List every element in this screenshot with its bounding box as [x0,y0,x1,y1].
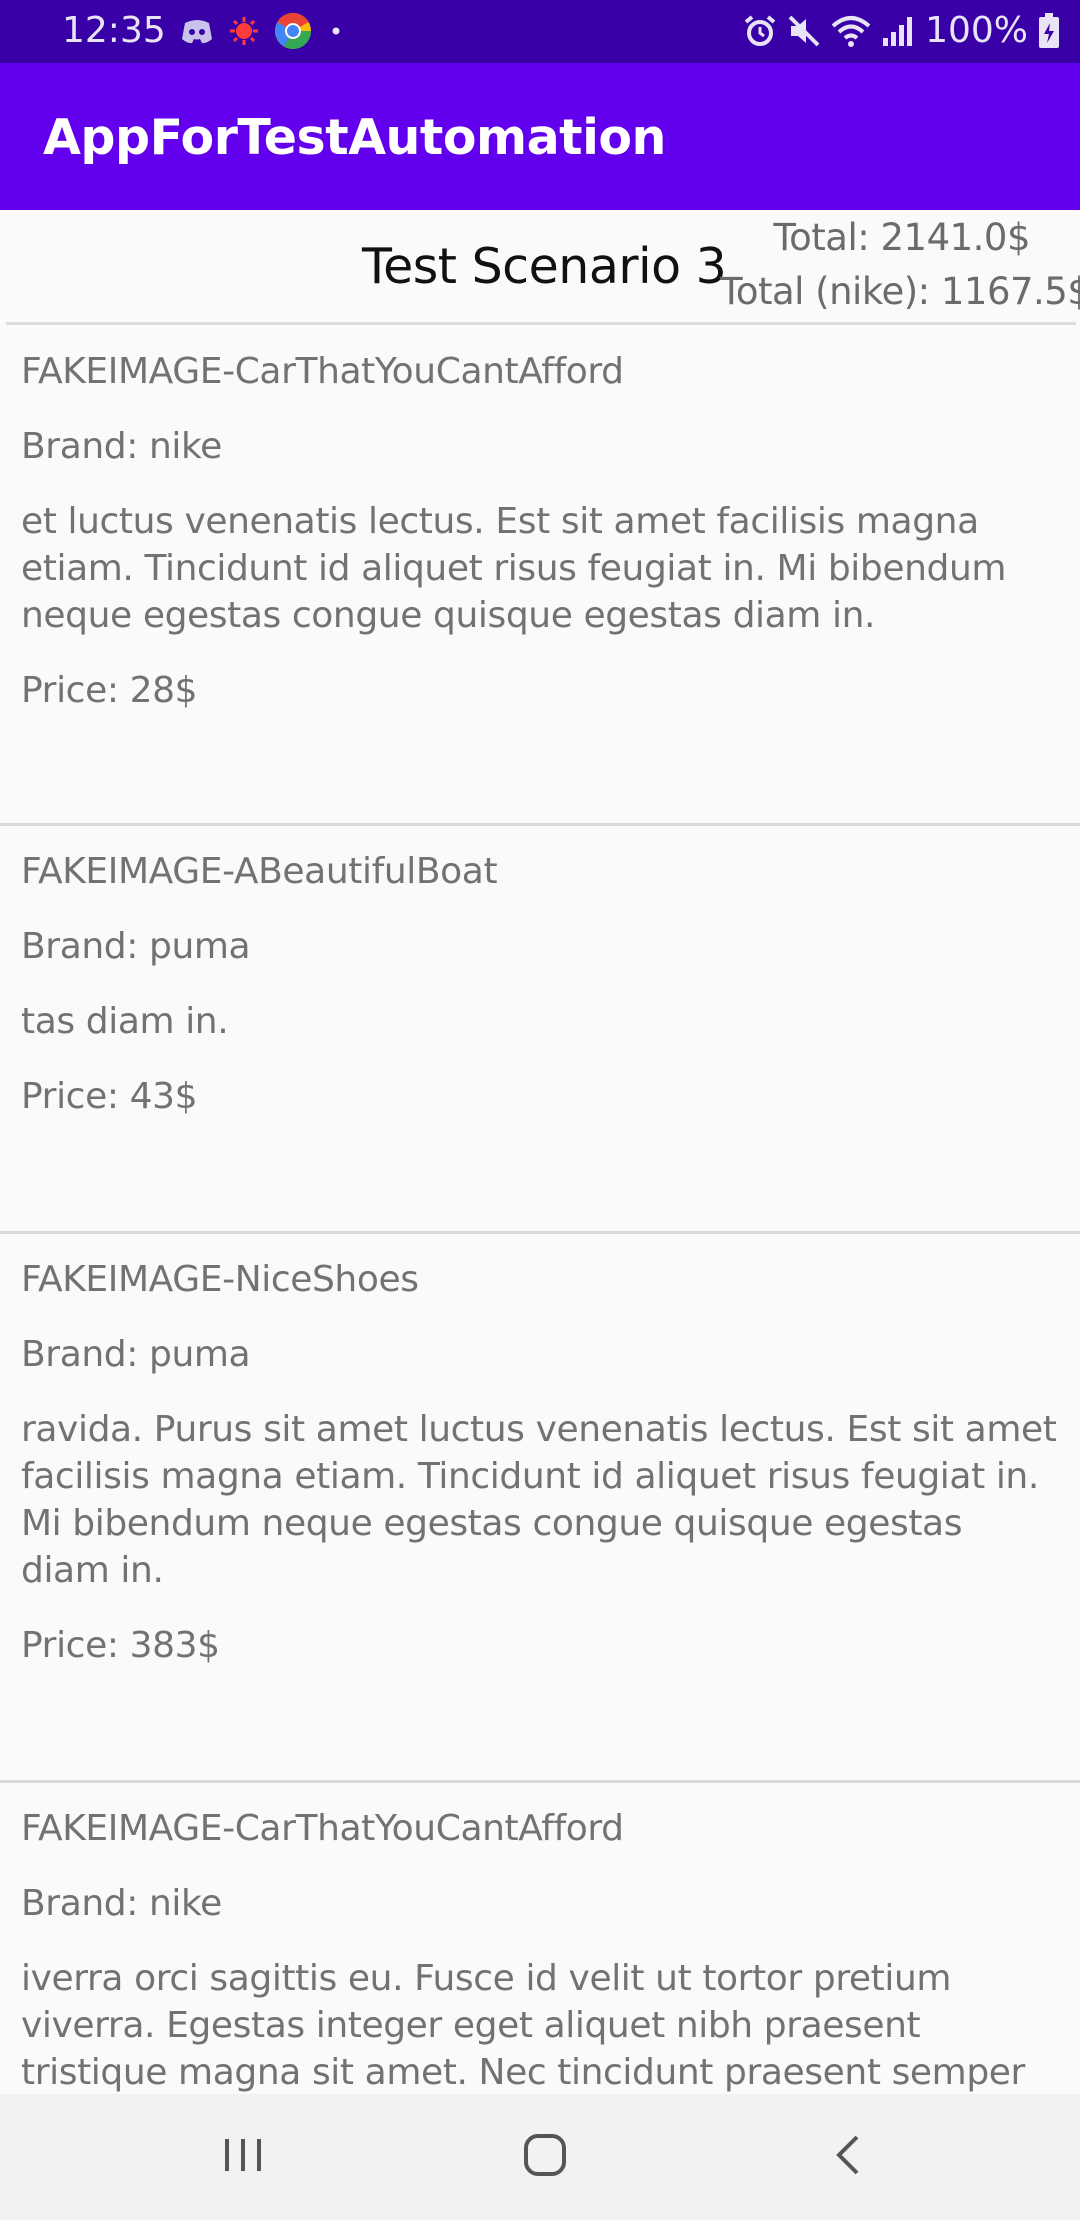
item-description: et luctus venenatis lectus. Est sit amet… [21,501,1007,636]
list-item[interactable]: FAKEIMAGE-NiceShoes Brand: puma ravida. … [0,1234,1080,1783]
status-time: 12:35 [62,10,166,51]
scenario-title: Test Scenario 3 [362,238,727,295]
system-status-icons: 100% [743,10,1060,51]
list-item[interactable]: FAKEIMAGE-CarThatYouCantAfford Brand: ni… [0,326,1080,826]
item-brand: Brand: nike [21,426,222,467]
notification-icons [180,12,346,54]
item-description: iverra orci sagittis eu. Fusce id velit … [21,1958,1025,2093]
status-bar: 12:35 100% [0,0,1080,63]
item-image-label: FAKEIMAGE-ABeautifulBoat [21,851,498,892]
item-description: ravida. Purus sit amet luctus venenatis … [21,1409,1057,1591]
app-title: AppForTestAutomation [43,109,666,166]
back-button[interactable] [768,2094,928,2220]
item-image-label: FAKEIMAGE-NiceShoes [21,1259,419,1300]
home-button[interactable] [465,2094,625,2220]
item-price: Price: 28$ [21,670,198,711]
item-brand: Brand: nike [21,1883,222,1924]
item-description: tas diam in. [21,1001,229,1042]
alarm-icon [743,14,777,48]
total-label: Total: 2141.0$ [773,216,1030,259]
divider [6,322,1076,325]
product-list[interactable]: FAKEIMAGE-CarThatYouCantAfford Brand: ni… [0,326,1080,2094]
mute-icon [787,14,821,48]
total-nike-label: Total (nike): 1167.5$ [720,270,1080,313]
list-item[interactable]: FAKEIMAGE-ABeautifulBoat Brand: puma tas… [0,826,1080,1234]
item-image-label: FAKEIMAGE-CarThatYouCantAfford [21,1808,624,1849]
item-brand: Brand: puma [21,926,251,967]
dot-icon [326,21,346,45]
home-icon [522,2132,568,2183]
wifi-icon [831,14,871,48]
back-icon [833,2133,863,2182]
item-price: Price: 43$ [21,1076,198,1117]
recent-apps-button[interactable] [163,2094,323,2220]
signal-icon [881,14,915,48]
battery-icon [1038,12,1060,49]
chrome-icon [274,12,312,54]
scenario-header: Test Scenario 3 Total: 2141.0$ Total (ni… [0,210,1080,325]
app-bar: AppForTestAutomation [0,63,1080,210]
list-item[interactable]: FAKEIMAGE-CarThatYouCantAfford Brand: ni… [0,1783,1080,2094]
battery-percent: 100% [925,10,1028,51]
recent-apps-icon [221,2135,265,2180]
item-price: Price: 383$ [21,1625,220,1666]
bug-icon [228,15,260,51]
discord-icon [180,17,214,49]
item-brand: Brand: puma [21,1334,251,1375]
navigation-bar [0,2094,1080,2220]
item-image-label: FAKEIMAGE-CarThatYouCantAfford [21,351,624,392]
